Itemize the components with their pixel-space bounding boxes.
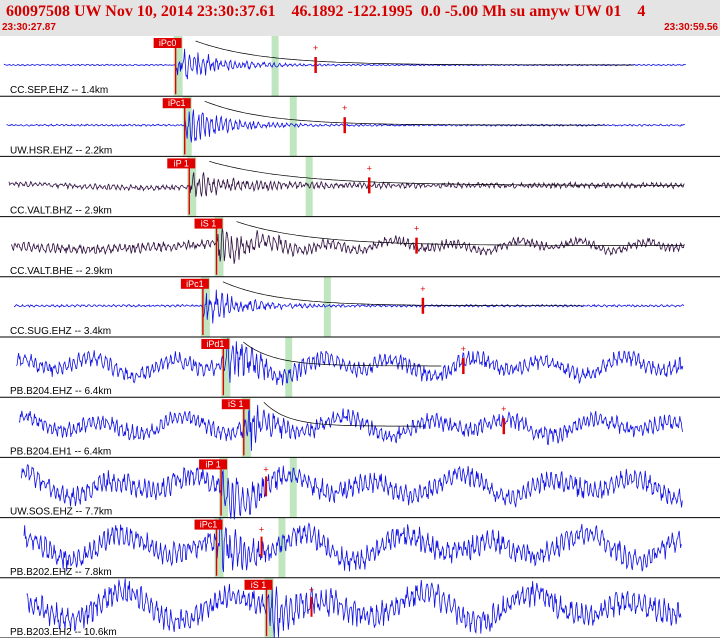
coda-envelope (209, 161, 684, 186)
pick-label: iPc1 (200, 520, 218, 530)
waveform-trace (16, 338, 684, 386)
station-label: CC.VALT.BHE -- 2.9km (10, 266, 112, 277)
coda-envelope (222, 281, 583, 307)
pick-label: iP 1 (205, 459, 220, 469)
amplitude-marker-plus: + (501, 404, 506, 414)
coda-envelope (236, 221, 684, 246)
event-header: 60097508 UW Nov 10, 2014 23:30:37.61 46.… (0, 0, 720, 36)
waveform-trace (8, 172, 685, 197)
waveform-trace (21, 463, 683, 520)
amplitude-marker-plus: + (259, 525, 264, 535)
pick-label: iS 1 (201, 219, 217, 229)
amplitude-marker-plus: + (420, 284, 425, 294)
pick-window-band (289, 96, 297, 157)
station-label: CC.SUG.EHZ -- 3.4km (10, 326, 111, 337)
station-label: PB.B204.EH1 -- 6.4km (10, 446, 111, 457)
station-label: UW.SOS.EHZ -- 7.7km (10, 507, 112, 518)
pick-label: iS 1 (228, 399, 244, 409)
amplitude-marker-plus: + (309, 585, 314, 595)
pick-label: iPc1 (168, 98, 186, 108)
waveform-trace (18, 404, 683, 451)
station-label: PB.B203.EH2 -- 10.6km (10, 627, 117, 638)
station-label: UW.HSR.EHZ -- 2.2km (10, 145, 112, 156)
waveform-trace (23, 517, 682, 572)
amplitude-marker-plus: + (461, 344, 466, 354)
amplitude-marker-plus: + (263, 464, 268, 474)
pick-label: iPd1 (206, 339, 224, 349)
amplitude-marker-plus: + (313, 43, 318, 53)
station-label: CC.SEP.EHZ -- 1.4km (10, 85, 108, 96)
window-start-time: 23:30:27.87 (2, 22, 56, 33)
pick-label: iP 1 (174, 158, 189, 168)
station-label: PB.B202.EHZ -- 7.8km (10, 567, 112, 578)
pick-window-band (285, 337, 293, 398)
pick-label: iS 1 (251, 580, 267, 590)
window-end-time: 23:30:59.56 (664, 22, 718, 33)
waveform-trace (3, 48, 686, 80)
coda-envelope (204, 100, 604, 126)
station-label: CC.VALT.BHZ -- 2.9km (10, 206, 112, 217)
waveform-trace (13, 289, 685, 324)
amplitude-marker-plus: + (367, 163, 372, 173)
station-label: PB.B204.EHZ -- 6.4km (10, 386, 112, 397)
pick-label: iPc0 (159, 38, 177, 48)
seismogram-plot: iPc0 + CC.SEP.EHZ -- 1.4km iPc1 + UW.HSR.EHZ … (0, 36, 720, 638)
pick-window-band (289, 457, 297, 518)
waveform-trace (26, 578, 682, 638)
pick-label: iPc1 (186, 279, 204, 289)
event-title: 60097508 UW Nov 10, 2014 23:30:37.61 46.… (6, 3, 646, 20)
amplitude-marker-plus: + (342, 103, 347, 113)
amplitude-marker-plus: + (414, 224, 419, 234)
coda-envelope (195, 40, 634, 66)
waveform-trace (11, 228, 685, 264)
